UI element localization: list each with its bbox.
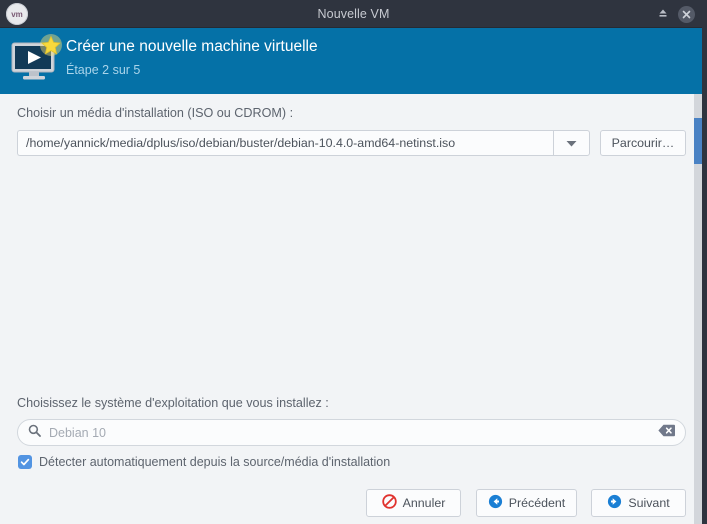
- arrow-right-circle-icon: [607, 494, 622, 512]
- step-indicator: Étape 2 sur 5: [66, 60, 318, 80]
- os-search-input[interactable]: Debian 10: [49, 426, 658, 440]
- os-select-label: Choisissez le système d'exploitation que…: [17, 396, 329, 410]
- virtual-machine-new-icon: [9, 34, 63, 88]
- arrow-left-circle-icon: [488, 494, 503, 512]
- os-search-field[interactable]: Debian 10: [17, 419, 686, 446]
- minimize-button[interactable]: [654, 6, 671, 23]
- install-media-dropdown-button[interactable]: [553, 130, 590, 156]
- backspace-clear-icon: [658, 424, 675, 442]
- vm-icon: vm: [6, 3, 28, 25]
- scrollbar-thumb[interactable]: [694, 118, 702, 164]
- browse-button[interactable]: Parcourir…: [600, 130, 686, 156]
- new-vm-wizard-window: vm Nouvelle VM: [0, 0, 707, 524]
- title-bar: vm Nouvelle VM: [0, 0, 707, 28]
- next-button-label: Suivant: [628, 496, 669, 510]
- wizard-header-texts: Créer une nouvelle machine virtuelle Éta…: [66, 36, 318, 80]
- scrollbar-trough[interactable]: [694, 28, 702, 524]
- autodetect-label: Détecter automatiquement depuis la sourc…: [39, 455, 390, 469]
- window-title: Nouvelle VM: [0, 0, 707, 28]
- close-button[interactable]: [678, 6, 695, 23]
- autodetect-checkbox[interactable]: [18, 455, 32, 469]
- install-media-path-input[interactable]: /home/yannick/media/dplus/iso/debian/bus…: [17, 130, 553, 156]
- os-search-clear-button[interactable]: [658, 424, 675, 442]
- no-entry-icon: [382, 494, 397, 512]
- close-icon: [678, 6, 695, 23]
- eject-icon: [657, 6, 669, 24]
- wizard-footer: Annuler Précédent Suivant: [0, 484, 694, 524]
- search-icon: [28, 424, 41, 442]
- next-button[interactable]: Suivant: [591, 489, 686, 517]
- wizard-header: Créer une nouvelle machine virtuelle Éta…: [0, 28, 694, 94]
- cancel-button[interactable]: Annuler: [366, 489, 461, 517]
- chevron-down-icon: [566, 134, 577, 152]
- header-edge-fill: [694, 28, 702, 94]
- previous-button[interactable]: Précédent: [476, 489, 577, 517]
- cancel-button-label: Annuler: [403, 496, 446, 510]
- install-media-combo[interactable]: /home/yannick/media/dplus/iso/debian/bus…: [17, 130, 590, 156]
- page-title: Créer une nouvelle machine virtuelle: [66, 36, 318, 58]
- window-right-border: [702, 0, 707, 524]
- previous-button-label: Précédent: [509, 496, 565, 510]
- install-media-label: Choisir un média d'installation (ISO ou …: [17, 106, 293, 120]
- svg-text:vm: vm: [11, 10, 23, 19]
- autodetect-checkbox-row[interactable]: Détecter automatiquement depuis la sourc…: [18, 455, 390, 469]
